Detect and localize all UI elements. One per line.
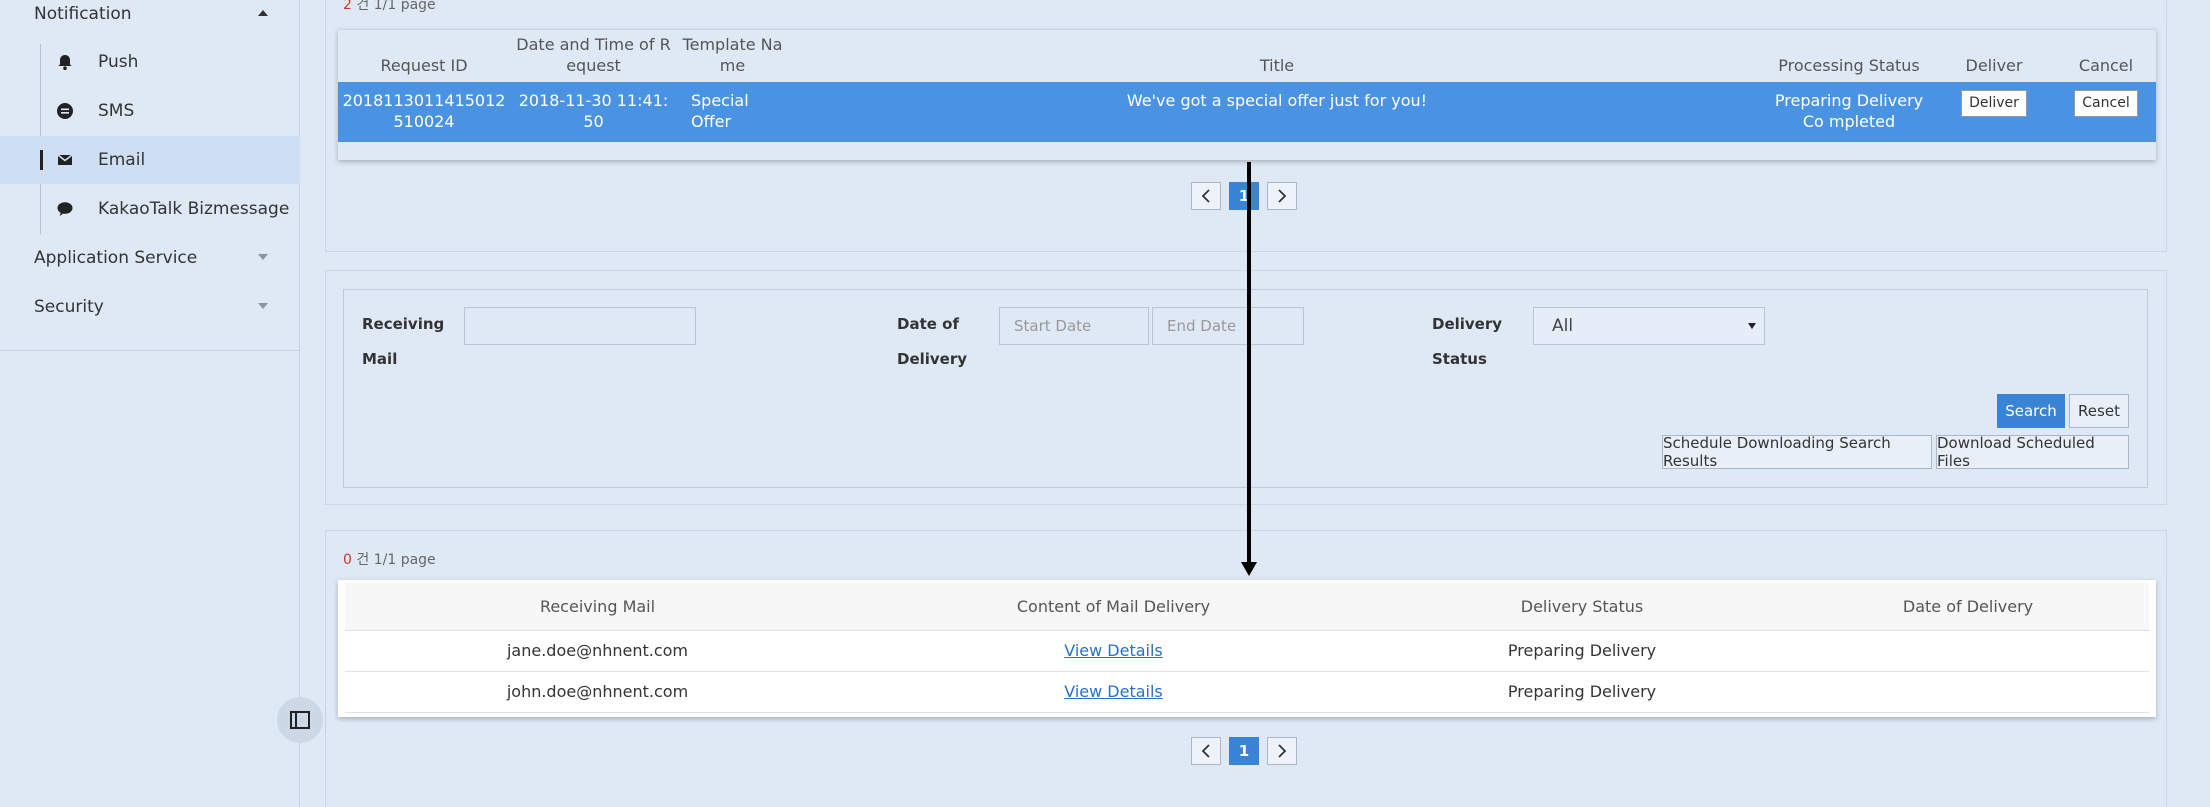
table-row: jane.doe@nhnent.com View Details Prepari…	[345, 630, 2149, 672]
dropdown-arrow-icon	[1748, 323, 1756, 329]
delivery-pagination: 1	[1191, 737, 1297, 765]
sidebar-group-notification[interactable]: Notification	[0, 0, 300, 38]
page-info: 1/1 page	[373, 0, 436, 13]
count-number: 0	[343, 552, 352, 568]
next-page-button[interactable]	[1267, 737, 1297, 765]
cell-date-time: 2018-11-30 11:41: 50	[510, 82, 677, 142]
request-pagination: 1	[1191, 182, 1297, 210]
chevron-right-icon	[1278, 744, 1287, 758]
sidebar-group-label: Notification	[34, 4, 132, 24]
date-of-delivery-label: Date of Delivery	[897, 315, 968, 368]
chevron-right-icon	[1278, 189, 1287, 203]
sidebar-group-security[interactable]: Security	[0, 283, 300, 331]
cell-template: Special Offer	[677, 82, 788, 142]
prev-page-button[interactable]	[1191, 737, 1221, 765]
cell-content: View Details	[850, 630, 1377, 672]
envelope-icon	[57, 154, 73, 165]
sms-icon	[57, 103, 73, 119]
cell-date	[1787, 630, 2149, 672]
receiving-mail-input[interactable]	[464, 307, 696, 345]
page-button-current[interactable]: 1	[1229, 737, 1259, 765]
chevron-left-icon	[1201, 189, 1210, 203]
sidebar-group-label: Application Service	[34, 248, 198, 268]
chevron-left-icon	[1201, 744, 1210, 758]
next-page-button[interactable]	[1267, 182, 1297, 210]
bell-icon	[58, 55, 72, 70]
table-row-selected[interactable]: 2018113011415012 510024 2018-11-30 11:41…	[338, 82, 2156, 142]
column-header-title: Title	[788, 30, 1766, 82]
prev-page-button[interactable]	[1191, 182, 1221, 210]
table-row: john.doe@nhnent.com View Details Prepari…	[345, 671, 2149, 713]
receiving-mail-label: Receiving Mail	[362, 315, 445, 368]
column-header-date-time: Date and Time of R equest	[510, 30, 677, 82]
sidebar-group-label: Security	[34, 297, 104, 317]
column-header-cancel: Cancel	[2056, 30, 2156, 82]
column-header-receiving-mail: Receiving Mail	[345, 583, 850, 631]
count-number: 2	[343, 0, 352, 13]
column-header-date-of-delivery: Date of Delivery	[1787, 583, 2149, 631]
view-details-link[interactable]: View Details	[1064, 641, 1163, 660]
speech-bubble-icon	[57, 202, 73, 216]
sidebar-item-sms[interactable]: SMS	[0, 87, 300, 135]
cell-status: Preparing Delivery	[1377, 671, 1787, 713]
select-value: All	[1552, 316, 1574, 336]
sidebar: Notification Push SMS Email KakaoTalk Bi…	[0, 0, 300, 807]
cell-date	[1787, 671, 2149, 713]
cell-status: Preparing Delivery	[1377, 630, 1787, 672]
cell-title: We've got a special offer just for you!	[788, 82, 1766, 142]
column-header-deliver: Deliver	[1932, 30, 2056, 82]
sidebar-divider	[0, 350, 300, 351]
page-info: 1/1 page	[373, 552, 436, 568]
delivery-status-select[interactable]: All	[1533, 307, 1765, 345]
column-header-content: Content of Mail Delivery	[850, 583, 1377, 631]
start-date-input[interactable]: Start Date	[999, 307, 1149, 345]
sidebar-item-label: KakaoTalk Bizmessage	[98, 199, 290, 219]
annotation-arrow-head	[1241, 562, 1257, 576]
search-button[interactable]: Search	[1997, 394, 2065, 428]
column-header-request-id: Request ID	[338, 30, 510, 82]
sidebar-item-email[interactable]: Email	[0, 136, 300, 184]
delivery-count: 0 건 1/1 page	[343, 549, 436, 569]
sidebar-item-label: SMS	[98, 101, 135, 121]
count-suffix: 건	[356, 0, 370, 13]
request-count: 2 건 1/1 page	[343, 0, 436, 14]
cancel-button[interactable]: Cancel	[2074, 90, 2138, 117]
request-table-wrap: Request ID Date and Time of R equest Tem…	[338, 29, 2156, 160]
sidebar-item-label: Push	[98, 52, 139, 72]
delivery-status-label: Delivery Status	[1432, 315, 1503, 368]
sidebar-item-label: Email	[98, 150, 146, 170]
column-header-template: Template Na me	[677, 30, 788, 82]
download-scheduled-files-button[interactable]: Download Scheduled Files	[1936, 434, 2129, 470]
active-indicator	[40, 150, 43, 170]
caret-down-icon	[258, 254, 268, 260]
page-button-current[interactable]: 1	[1229, 182, 1259, 210]
reset-button[interactable]: Reset	[2069, 394, 2129, 428]
request-table: Request ID Date and Time of R equest Tem…	[338, 30, 2156, 142]
cell-mail: jane.doe@nhnent.com	[345, 630, 850, 672]
sidebar-collapse-button[interactable]	[277, 697, 323, 743]
delivery-table-wrap: Receiving Mail Content of Mail Delivery …	[338, 580, 2156, 717]
sidebar-item-push[interactable]: Push	[0, 38, 300, 86]
end-date-input[interactable]: End Date	[1152, 307, 1304, 345]
sidebar-item-kakaotalk[interactable]: KakaoTalk Bizmessage	[0, 185, 300, 233]
column-header-delivery-status: Delivery Status	[1377, 583, 1787, 631]
sidebar-collapse-icon	[290, 711, 310, 729]
view-details-link[interactable]: View Details	[1064, 682, 1163, 701]
annotation-arrow-line	[1247, 162, 1251, 562]
caret-down-icon	[258, 303, 268, 309]
column-header-status: Processing Status	[1766, 30, 1932, 82]
schedule-download-button[interactable]: Schedule Downloading Search Results	[1662, 434, 1932, 470]
delivery-table: Receiving Mail Content of Mail Delivery …	[345, 583, 2149, 713]
caret-up-icon	[258, 10, 268, 16]
cell-content: View Details	[850, 671, 1377, 713]
cell-mail: john.doe@nhnent.com	[345, 671, 850, 713]
cell-cancel: Cancel	[2056, 82, 2156, 142]
count-suffix: 건	[356, 552, 370, 568]
sidebar-group-application-service[interactable]: Application Service	[0, 234, 300, 282]
cell-deliver: Deliver	[1932, 82, 2056, 142]
deliver-button[interactable]: Deliver	[1961, 90, 2027, 117]
cell-request-id: 2018113011415012 510024	[338, 82, 510, 142]
cell-status: Preparing Delivery Co mpleted	[1766, 82, 1932, 142]
